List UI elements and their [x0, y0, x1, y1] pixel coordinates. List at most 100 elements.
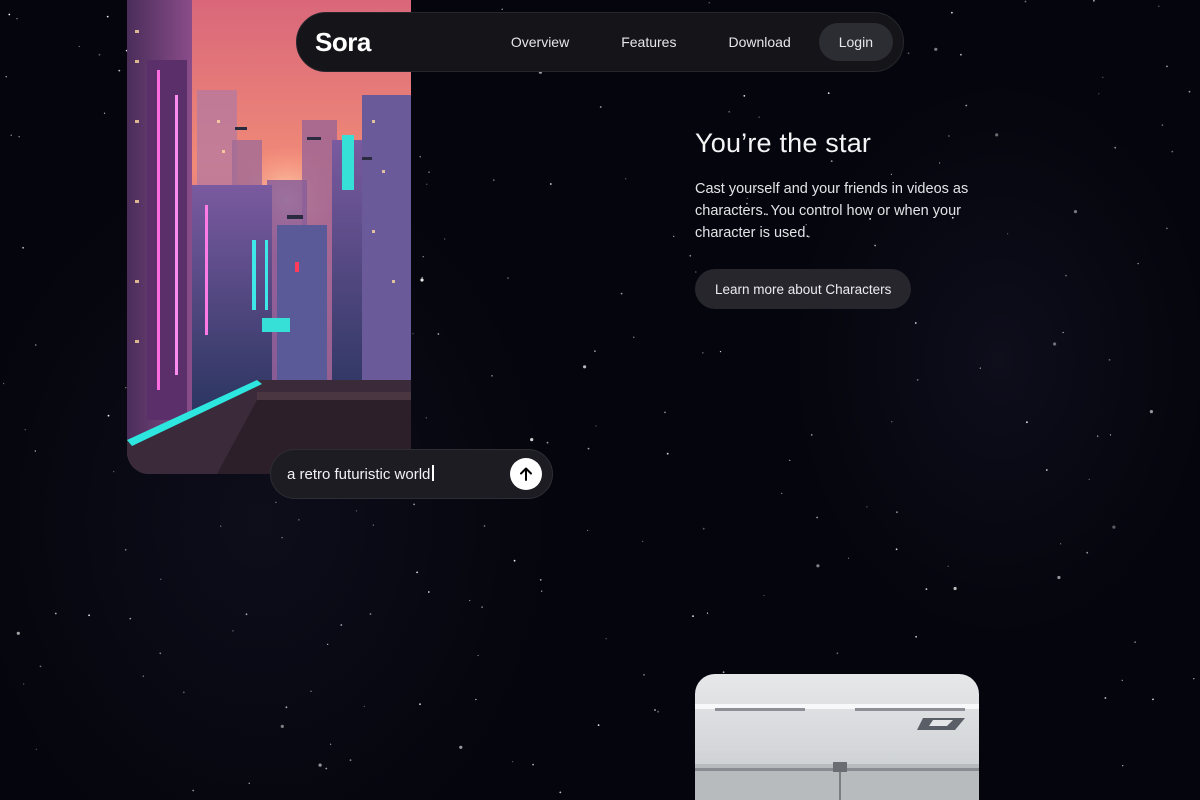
- sora-logo[interactable]: Sora: [315, 27, 371, 58]
- star: [1088, 478, 1090, 480]
- star: [422, 256, 424, 258]
- star: [890, 173, 893, 175]
- nav-download[interactable]: Download: [702, 23, 816, 61]
- star: [118, 69, 121, 72]
- star: [437, 333, 440, 335]
- star: [98, 53, 101, 56]
- star: [1057, 575, 1061, 580]
- star: [539, 579, 542, 581]
- star: [220, 525, 222, 527]
- star: [469, 599, 471, 602]
- star: [419, 156, 421, 158]
- star: [1114, 146, 1117, 149]
- top-navigation: Sora Overview Features Download Login: [296, 12, 904, 72]
- star: [953, 586, 957, 591]
- send-button[interactable]: [510, 458, 542, 490]
- star: [702, 352, 704, 354]
- office-video[interactable]: [695, 674, 979, 800]
- star: [559, 791, 562, 794]
- star: [695, 271, 697, 273]
- star: [1097, 435, 1099, 437]
- star: [107, 414, 110, 417]
- star: [24, 429, 26, 431]
- star: [1188, 90, 1191, 93]
- star: [106, 15, 109, 18]
- star: [492, 179, 495, 182]
- star: [281, 537, 283, 539]
- star: [914, 322, 917, 324]
- star: [23, 683, 25, 685]
- star: [16, 18, 18, 20]
- login-button[interactable]: Login: [818, 23, 893, 61]
- star: [891, 421, 893, 423]
- star: [501, 8, 503, 10]
- nav-overview[interactable]: Overview: [485, 23, 595, 61]
- star: [103, 112, 106, 114]
- star: [1121, 679, 1123, 681]
- star: [546, 441, 549, 444]
- star: [587, 529, 589, 532]
- star: [594, 350, 596, 352]
- star: [830, 160, 833, 163]
- office-illustration: [695, 674, 979, 800]
- nav-features[interactable]: Features: [595, 23, 702, 61]
- star: [827, 92, 830, 94]
- star: [605, 638, 607, 640]
- star: [541, 590, 543, 592]
- star: [758, 116, 760, 118]
- star: [633, 336, 635, 338]
- star: [706, 612, 709, 614]
- star: [275, 501, 277, 503]
- star: [789, 459, 791, 461]
- star: [513, 559, 516, 562]
- star: [113, 471, 115, 473]
- star: [1109, 434, 1112, 436]
- star: [412, 333, 414, 335]
- star: [459, 745, 463, 749]
- star: [692, 615, 694, 617]
- star: [1098, 93, 1100, 95]
- page: a retro futuristic world Sora Overview F…: [0, 0, 1200, 800]
- star: [39, 665, 42, 668]
- star: [413, 503, 415, 506]
- star: [719, 351, 722, 353]
- star: [318, 763, 322, 767]
- star: [896, 511, 898, 514]
- prompt-input[interactable]: a retro futuristic world: [270, 449, 553, 499]
- star: [10, 134, 12, 136]
- star: [1102, 76, 1104, 78]
- nav-links: Overview Features Download Login: [485, 23, 893, 61]
- star: [78, 45, 80, 48]
- star: [979, 367, 981, 369]
- star: [248, 782, 250, 784]
- star: [597, 724, 600, 726]
- star: [915, 635, 917, 638]
- star: [763, 594, 765, 597]
- star: [874, 244, 876, 247]
- star: [475, 698, 477, 701]
- star: [327, 643, 329, 645]
- star: [939, 162, 941, 164]
- star: [1161, 124, 1164, 126]
- star: [340, 624, 343, 626]
- star: [421, 276, 423, 279]
- star: [325, 767, 328, 770]
- star: [444, 238, 446, 240]
- star: [657, 710, 659, 713]
- star: [583, 365, 587, 369]
- star: [1053, 342, 1057, 346]
- star: [349, 759, 352, 761]
- star: [1104, 697, 1107, 699]
- star: [816, 564, 820, 568]
- star: [35, 344, 37, 346]
- star: [477, 654, 479, 657]
- learn-more-characters-button[interactable]: Learn more about Characters: [695, 269, 912, 309]
- star: [1086, 551, 1089, 554]
- star: [1024, 0, 1027, 3]
- star: [355, 510, 358, 512]
- star: [643, 674, 645, 676]
- star: [507, 277, 509, 279]
- star: [532, 763, 534, 766]
- star: [599, 106, 602, 108]
- star: [372, 524, 374, 526]
